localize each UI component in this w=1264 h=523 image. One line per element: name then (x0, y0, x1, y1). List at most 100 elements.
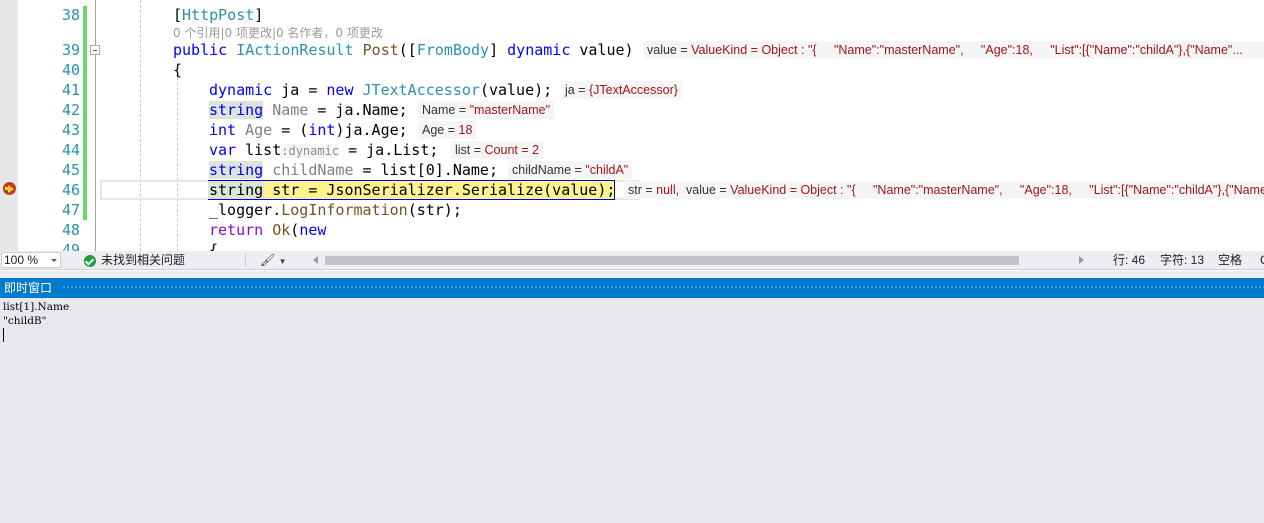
line-number: 38 (61, 6, 80, 24)
attribute: FromBody (416, 41, 490, 59)
immediate-line: list[1].Name (3, 301, 70, 313)
immediate-window-titlebar[interactable]: 即时窗口 (0, 278, 1264, 298)
code-text: )ja.Age; (335, 121, 408, 139)
code-line-42: string Name = ja.Name; (209, 100, 408, 120)
collapse-icon[interactable] (90, 45, 100, 55)
divider (245, 253, 246, 267)
line-number: 48 (61, 221, 80, 239)
code-line-46: string str = JsonSerializer.Serialize(va… (209, 181, 616, 199)
datatip-str[interactable]: str = null, value = ValueKind = Object :… (624, 181, 1264, 199)
glyph-margin[interactable] (0, 0, 18, 251)
issues-text: 未找到相关问题 (101, 253, 186, 267)
identifier: Name (272, 101, 309, 119)
horizontal-scrollbar-thumb[interactable] (325, 256, 1019, 265)
outline-line (95, 0, 96, 251)
code-text: (str); (407, 201, 462, 219)
identifier: Age (245, 121, 273, 139)
datatip-label: str = (628, 183, 657, 197)
char-indicator[interactable]: 字符: 13 (1160, 253, 1204, 268)
line-number: 40 (61, 61, 80, 79)
datatip-name[interactable]: Name = "masterName" (418, 101, 555, 119)
datatip-list[interactable]: list = Count = 2 (451, 141, 544, 159)
text-caret (3, 328, 4, 342)
code-cleanup-button[interactable]: 🖌 ▼ (260, 252, 290, 269)
line-number: 43 (61, 121, 80, 139)
drag-grip[interactable] (62, 285, 1264, 290)
line-number: 42 (61, 101, 80, 119)
method-name: Ok (272, 221, 291, 239)
code-line-43: int Age = (int)ja.Age; (209, 120, 408, 140)
code-line-48: return Ok(new (209, 220, 326, 240)
code-text: (value); (479, 81, 553, 99)
datatip-label: Age = (422, 123, 459, 137)
method-name: LogInformation (281, 201, 408, 219)
datatip-value-text: "masterName" (469, 103, 551, 117)
zoom-dropdown[interactable]: 100 % (1, 252, 61, 268)
code-text: = ( (272, 121, 309, 139)
datatip-age[interactable]: Age = 18 (418, 121, 477, 139)
code-line-38: [HttpPost] (173, 5, 263, 25)
type-name: JTextAccessor (362, 81, 480, 99)
punct: ] (489, 41, 508, 59)
keyword: new (299, 221, 327, 239)
line-number: 41 (61, 81, 80, 99)
scroll-left-button[interactable] (313, 256, 318, 264)
bracket: ] (254, 6, 264, 24)
current-statement-arrow-icon (3, 182, 16, 195)
code-text: value) (570, 41, 634, 59)
identifier: childName (272, 161, 354, 179)
type-name: IActionResult (236, 41, 354, 59)
datatip-value-text: Count = 2 (484, 143, 540, 157)
zoom-value: 100 % (4, 253, 39, 267)
line-ending-indicator[interactable]: C (1260, 253, 1264, 268)
datatip-value-text: {JTextAccessor} (588, 83, 678, 97)
chevron-down-icon (51, 259, 57, 262)
issues-indicator[interactable]: 未找到相关问题 (84, 253, 185, 268)
immediate-line: "childB" (3, 315, 47, 327)
code-line-47: _logger.LogInformation(str); (209, 200, 462, 220)
line-number: 45 (61, 161, 80, 179)
whitespace-indicator[interactable]: 空格 (1218, 253, 1242, 268)
datatip-label: list = (455, 143, 485, 157)
line-number: 47 (61, 201, 80, 219)
code-text: = ja.Name; (308, 101, 408, 119)
immediate-window-input[interactable]: list[1].Name "childB" (0, 298, 1264, 523)
code-line-40: { (173, 61, 183, 79)
datatip-value-text: 18 (458, 123, 473, 137)
code-text: _logger. (209, 201, 282, 219)
keyword: var (209, 141, 237, 159)
line-number: 39 (61, 41, 80, 59)
punct: ( (290, 221, 300, 239)
code-line-39: public IActionResult Post([FromBody] dyn… (173, 40, 634, 60)
code-line-45: string childName = list[0].Name; (209, 160, 498, 180)
codelens[interactable]: 0 个引用|0 项更改|0 名作者，0 项更改 (173, 24, 383, 41)
bracket: [ (173, 6, 183, 24)
datatip-value-text: ValueKind = Object : "{ "Name":"masterNa… (730, 183, 1264, 197)
line-number: 44 (61, 141, 80, 159)
datatip-childname[interactable]: childName = "childA" (508, 161, 633, 179)
line-number: 49 (61, 241, 80, 251)
keyword: public (173, 41, 228, 59)
panel-splitter[interactable] (0, 271, 1264, 278)
code-line-41: dynamic ja = new JTextAccessor(value); (209, 80, 552, 100)
line-indicator[interactable]: 行: 46 (1113, 253, 1145, 268)
datatip-label: value = (647, 43, 692, 57)
datatip-ja[interactable]: ja = {JTextAccessor} (561, 81, 682, 99)
code-line-44: var list:dynamic = ja.List; (209, 140, 438, 161)
chevron-down-icon: ▼ (278, 257, 287, 266)
datatip-label: value = (679, 183, 731, 197)
scroll-right-button[interactable] (1079, 256, 1084, 264)
indent-guide (140, 0, 141, 251)
keyword: dynamic (209, 81, 273, 99)
datatip-label: ja = (565, 83, 589, 97)
line-number: 46 (61, 181, 80, 199)
keyword: string (209, 161, 264, 179)
keyword: string (209, 101, 264, 119)
code-editor[interactable]: 38 39 40 41 42 43 44 45 46 47 48 49 [Htt… (0, 0, 1264, 251)
datatip-value[interactable]: value = ValueKind = Object : "{ "Name":"… (643, 41, 1264, 59)
code-text: ja = (272, 81, 327, 99)
brush-icon: 🖌 (260, 253, 276, 267)
code-text: = ja.List; (339, 141, 439, 159)
keyword: new (326, 81, 354, 99)
immediate-window-title: 即时窗口 (4, 281, 53, 295)
